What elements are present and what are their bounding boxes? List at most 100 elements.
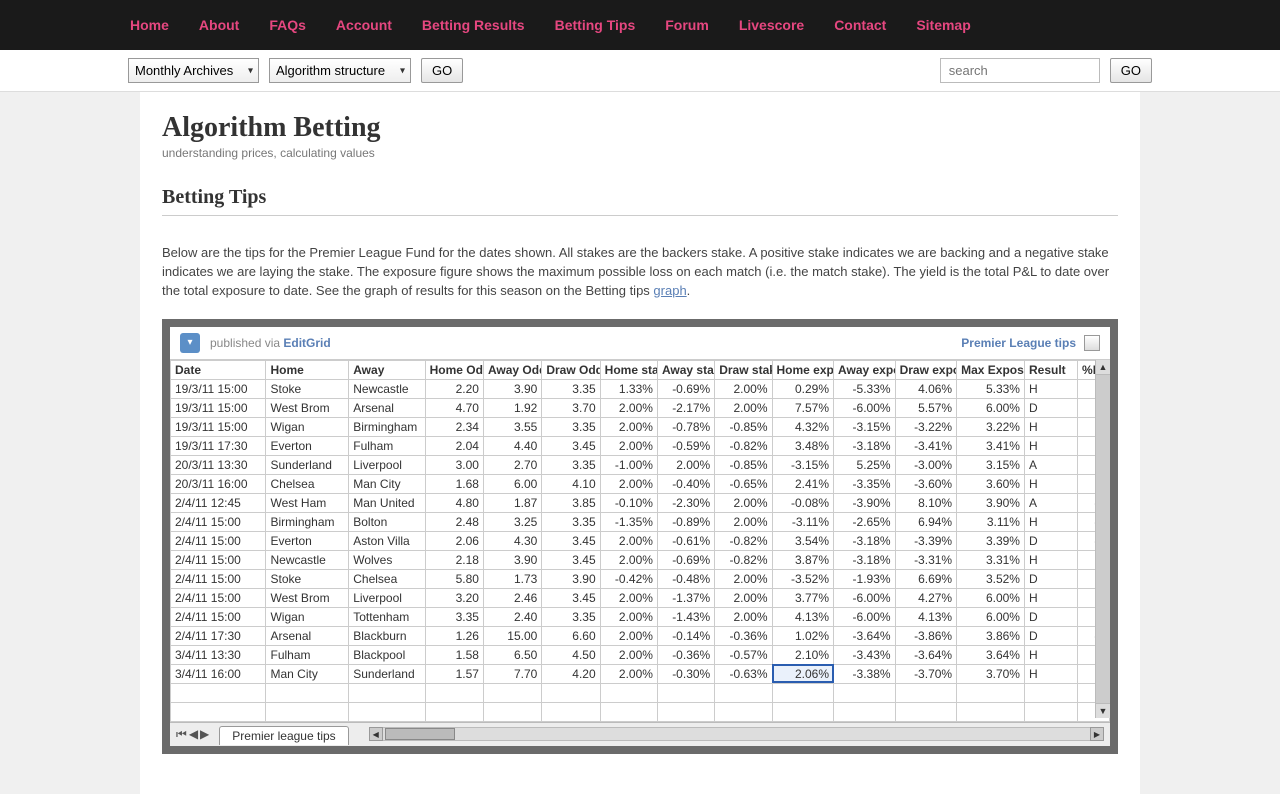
- popup-icon[interactable]: [1084, 335, 1100, 351]
- table-row-empty[interactable]: [171, 702, 1110, 721]
- cell[interactable]: -1.37%: [657, 588, 714, 607]
- cell[interactable]: -1.93%: [834, 569, 896, 588]
- cell[interactable]: 6.00: [483, 474, 541, 493]
- grid-menu-icon[interactable]: ▾: [180, 333, 200, 353]
- cell[interactable]: 15.00: [483, 626, 541, 645]
- cell[interactable]: -0.65%: [715, 474, 772, 493]
- sheet-tab[interactable]: Premier league tips: [219, 726, 348, 745]
- table-row[interactable]: 19/3/11 15:00WiganBirmingham2.343.553.35…: [171, 417, 1110, 436]
- cell[interactable]: H: [1024, 512, 1077, 531]
- cell[interactable]: 19/3/11 15:00: [171, 417, 266, 436]
- cell[interactable]: 2.04: [425, 436, 483, 455]
- cell[interactable]: 3.35: [542, 455, 600, 474]
- cell[interactable]: 6.00%: [957, 398, 1025, 417]
- cell[interactable]: 5.25%: [834, 455, 896, 474]
- cell[interactable]: -1.43%: [657, 607, 714, 626]
- cell[interactable]: Birmingham: [266, 512, 349, 531]
- cell[interactable]: 3.35: [542, 607, 600, 626]
- cell[interactable]: Arsenal: [266, 626, 349, 645]
- cell[interactable]: 4.40: [483, 436, 541, 455]
- col-header[interactable]: Home exposure: [772, 360, 834, 379]
- cell[interactable]: 2.41%: [772, 474, 834, 493]
- cell[interactable]: 2.00%: [600, 664, 657, 683]
- col-header[interactable]: Away exposure: [834, 360, 896, 379]
- cell[interactable]: -0.61%: [657, 531, 714, 550]
- cell[interactable]: 3.90: [542, 569, 600, 588]
- cell[interactable]: 3.45: [542, 531, 600, 550]
- cell[interactable]: Bolton: [349, 512, 425, 531]
- cell[interactable]: 1.02%: [772, 626, 834, 645]
- cell[interactable]: Stoke: [266, 379, 349, 398]
- cell[interactable]: -3.38%: [834, 664, 896, 683]
- cell[interactable]: 2/4/11 15:00: [171, 512, 266, 531]
- cell[interactable]: 4.06%: [895, 379, 957, 398]
- cell[interactable]: 3.39%: [957, 531, 1025, 550]
- cell[interactable]: 4.30: [483, 531, 541, 550]
- cell[interactable]: D: [1024, 398, 1077, 417]
- cell[interactable]: 2.20: [425, 379, 483, 398]
- cell[interactable]: -3.15%: [834, 417, 896, 436]
- cell[interactable]: 2/4/11 17:30: [171, 626, 266, 645]
- cell[interactable]: 3.35: [542, 417, 600, 436]
- go-button[interactable]: GO: [421, 58, 463, 83]
- cell[interactable]: Man City: [266, 664, 349, 683]
- cell[interactable]: 6.00%: [957, 607, 1025, 626]
- cell[interactable]: 3.48%: [772, 436, 834, 455]
- cell[interactable]: West Ham: [266, 493, 349, 512]
- cell[interactable]: 3.86%: [957, 626, 1025, 645]
- nav-livescore[interactable]: Livescore: [739, 17, 804, 33]
- hscroll-left-icon[interactable]: ◀: [369, 727, 383, 741]
- cell[interactable]: 3.45: [542, 436, 600, 455]
- cell[interactable]: H: [1024, 417, 1077, 436]
- nav-forum[interactable]: Forum: [665, 17, 709, 33]
- hscroll-right-icon[interactable]: ▶: [1090, 727, 1104, 741]
- cell[interactable]: Newcastle: [266, 550, 349, 569]
- cell[interactable]: 2.18: [425, 550, 483, 569]
- cell[interactable]: 19/3/11 15:00: [171, 398, 266, 417]
- cell[interactable]: Blackpool: [349, 645, 425, 664]
- cell[interactable]: Man City: [349, 474, 425, 493]
- table-row[interactable]: 2/4/11 15:00BirminghamBolton2.483.253.35…: [171, 512, 1110, 531]
- cell[interactable]: -3.64%: [834, 626, 896, 645]
- cell[interactable]: -6.00%: [834, 607, 896, 626]
- cell[interactable]: 3.20: [425, 588, 483, 607]
- col-header[interactable]: Away: [349, 360, 425, 379]
- table-row[interactable]: 2/4/11 17:30ArsenalBlackburn1.2615.006.6…: [171, 626, 1110, 645]
- cell[interactable]: Aston Villa: [349, 531, 425, 550]
- cell[interactable]: 2.00%: [600, 417, 657, 436]
- cell[interactable]: 3.64%: [957, 645, 1025, 664]
- cell[interactable]: A: [1024, 455, 1077, 474]
- cell[interactable]: 4.13%: [895, 607, 957, 626]
- cell[interactable]: 3.00: [425, 455, 483, 474]
- cell[interactable]: 3.87%: [772, 550, 834, 569]
- cell[interactable]: 2.00%: [600, 550, 657, 569]
- cell[interactable]: 3.55: [483, 417, 541, 436]
- cell[interactable]: 2/4/11 15:00: [171, 531, 266, 550]
- cell[interactable]: Wigan: [266, 607, 349, 626]
- cell[interactable]: -0.30%: [657, 664, 714, 683]
- nav-account[interactable]: Account: [336, 17, 392, 33]
- cell[interactable]: 2/4/11 12:45: [171, 493, 266, 512]
- table-row[interactable]: 2/4/11 15:00WiganTottenham3.352.403.352.…: [171, 607, 1110, 626]
- cell[interactable]: 3.54%: [772, 531, 834, 550]
- nav-contact[interactable]: Contact: [834, 17, 886, 33]
- cell[interactable]: 5.57%: [895, 398, 957, 417]
- cell[interactable]: 1.58: [425, 645, 483, 664]
- cell[interactable]: -3.00%: [895, 455, 957, 474]
- cell[interactable]: 4.13%: [772, 607, 834, 626]
- cell[interactable]: 3.35: [542, 512, 600, 531]
- cell[interactable]: H: [1024, 588, 1077, 607]
- nav-faqs[interactable]: FAQs: [269, 17, 306, 33]
- cell[interactable]: 2.00%: [600, 474, 657, 493]
- cell[interactable]: Man United: [349, 493, 425, 512]
- cell[interactable]: 3.25: [483, 512, 541, 531]
- col-header[interactable]: Max Exposure: [957, 360, 1025, 379]
- cell[interactable]: 20/3/11 16:00: [171, 474, 266, 493]
- cell[interactable]: -3.31%: [895, 550, 957, 569]
- cell[interactable]: 2/4/11 15:00: [171, 569, 266, 588]
- cell[interactable]: Newcastle: [349, 379, 425, 398]
- nav-sitemap[interactable]: Sitemap: [916, 17, 970, 33]
- nav-home[interactable]: Home: [130, 17, 169, 33]
- col-header[interactable]: Away Odds: [483, 360, 541, 379]
- cell[interactable]: 5.33%: [957, 379, 1025, 398]
